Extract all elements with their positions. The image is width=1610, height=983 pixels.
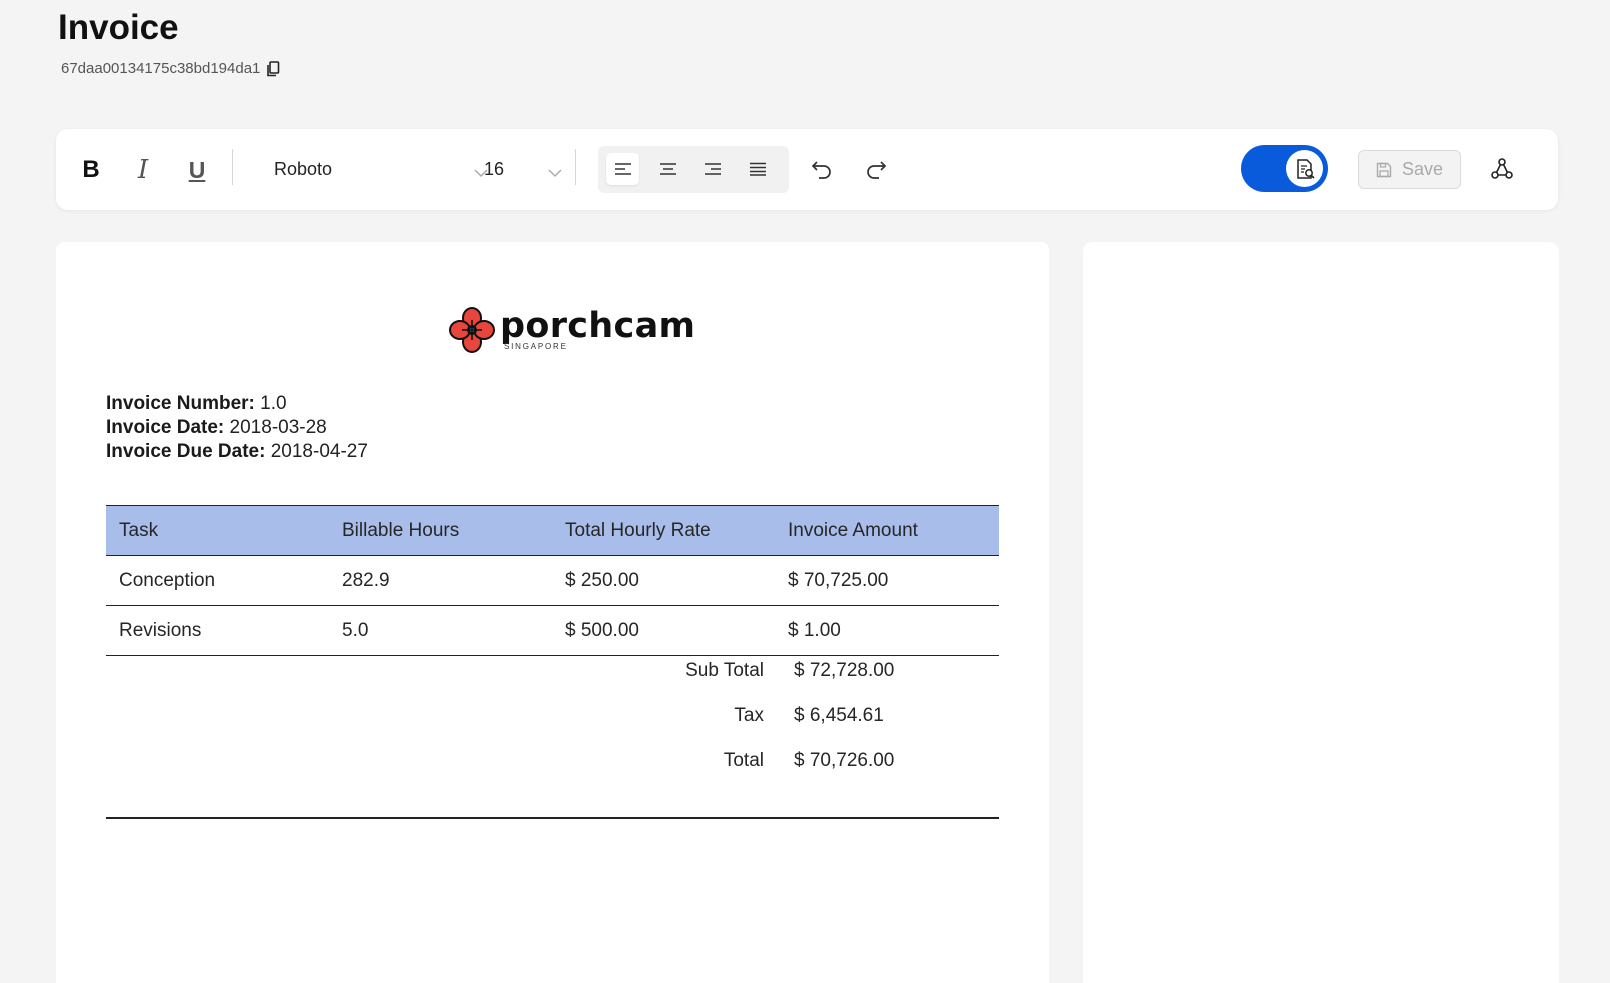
table-header-row: Task Billable Hours Total Hourly Rate In… — [106, 505, 999, 556]
invoice-date: 2018-03-28 — [229, 417, 327, 438]
save-icon — [1376, 162, 1392, 177]
subtotal-value: $ 72,728.00 — [794, 660, 895, 681]
totals-section: Sub Total $ 72,728.00 Tax $ 6,454.61 Tot… — [106, 660, 999, 795]
table-cell: $ 1.00 — [775, 605, 999, 656]
table-cell: Revisions — [106, 605, 329, 656]
alignment-group — [598, 146, 789, 193]
logo-subtitle: SINGAPORE — [504, 342, 568, 351]
total-value: $ 70,726.00 — [794, 750, 895, 771]
align-right-icon — [704, 163, 721, 175]
subtotal-label: Sub Total — [685, 660, 764, 681]
copy-icon[interactable] — [266, 60, 280, 77]
editor-toolbar: B I U Roboto 16 Save — [56, 129, 1558, 210]
flower-logo-icon — [449, 307, 495, 353]
document-search-icon — [1286, 150, 1323, 187]
invoice-meta: Invoice Number: 1.0 Invoice Date: 2018-0… — [106, 392, 368, 464]
underline-button[interactable]: U — [180, 153, 214, 187]
toolbar-divider — [575, 149, 576, 185]
workflow-icon — [1491, 158, 1513, 179]
invoice-number: 1.0 — [260, 393, 287, 414]
page-title: Invoice — [58, 8, 179, 47]
total-row: Total $ 70,726.00 — [106, 750, 999, 795]
font-size-select[interactable]: 16 — [484, 151, 562, 187]
column-header: Billable Hours — [329, 505, 552, 556]
align-justify-button[interactable] — [741, 153, 774, 185]
table-row: Revisions 5.0 $ 500.00 $ 1.00 — [106, 605, 999, 656]
invoice-table: Task Billable Hours Total Hourly Rate In… — [106, 505, 999, 656]
table-cell: Conception — [106, 555, 329, 606]
redo-button[interactable] — [858, 151, 894, 187]
font-family-value: Roboto — [274, 158, 333, 179]
invoice-due-date-line: Invoice Due Date: 2018-04-27 — [106, 440, 368, 464]
document-id: 67daa00134175c38bd194da1 — [61, 60, 280, 77]
meta-label: Invoice Date: — [106, 417, 225, 438]
tax-row: Tax $ 6,454.61 — [106, 705, 999, 750]
align-justify-icon — [749, 162, 766, 176]
undo-button[interactable] — [804, 151, 840, 187]
save-label: Save — [1401, 159, 1444, 179]
table-row: Conception 282.9 $ 250.00 $ 70,725.00 — [106, 555, 999, 606]
company-logo: porchcam SINGAPORE — [448, 306, 695, 354]
column-header: Task — [106, 505, 329, 556]
redo-icon — [867, 161, 887, 179]
table-cell: $ 70,725.00 — [775, 555, 999, 606]
table-cell: 282.9 — [329, 555, 552, 606]
font-family-select[interactable]: Roboto — [274, 151, 488, 187]
side-panel — [1083, 242, 1559, 983]
align-right-button[interactable] — [696, 153, 729, 185]
save-button[interactable]: Save — [1358, 150, 1461, 189]
align-center-icon — [659, 163, 676, 175]
invoice-due-date: 2018-04-27 — [270, 441, 368, 462]
table-cell: $ 500.00 — [552, 605, 775, 656]
workflow-button[interactable] — [1484, 151, 1520, 187]
logo-name: porchcam — [500, 305, 696, 346]
table-cell: 5.0 — [329, 605, 552, 656]
italic-button[interactable]: I — [126, 153, 160, 187]
invoice-date-line: Invoice Date: 2018-03-28 — [106, 416, 368, 440]
document-id-text: 67daa00134175c38bd194da1 — [61, 60, 261, 77]
meta-label: Invoice Number: — [106, 393, 255, 414]
align-left-button[interactable] — [606, 153, 639, 185]
tax-label: Tax — [734, 705, 764, 726]
bold-button[interactable]: B — [74, 153, 108, 187]
bottom-divider — [106, 817, 999, 819]
meta-label: Invoice Due Date: — [106, 441, 266, 462]
font-size-value: 16 — [484, 158, 505, 179]
undo-icon — [811, 161, 831, 179]
invoice-number-line: Invoice Number: 1.0 — [106, 392, 368, 416]
column-header: Invoice Amount — [775, 505, 999, 556]
preview-toggle[interactable] — [1241, 145, 1328, 192]
chevron-down-icon — [548, 162, 562, 183]
subtotal-row: Sub Total $ 72,728.00 — [106, 660, 999, 705]
column-header: Total Hourly Rate — [552, 505, 775, 556]
toolbar-divider — [232, 149, 233, 185]
total-label: Total — [723, 750, 764, 771]
align-center-button[interactable] — [651, 153, 684, 185]
invoice-document: porchcam SINGAPORE Invoice Number: 1.0 I… — [56, 242, 1049, 983]
align-left-icon — [614, 163, 631, 175]
table-cell: $ 250.00 — [552, 555, 775, 606]
tax-value: $ 6,454.61 — [794, 705, 884, 726]
